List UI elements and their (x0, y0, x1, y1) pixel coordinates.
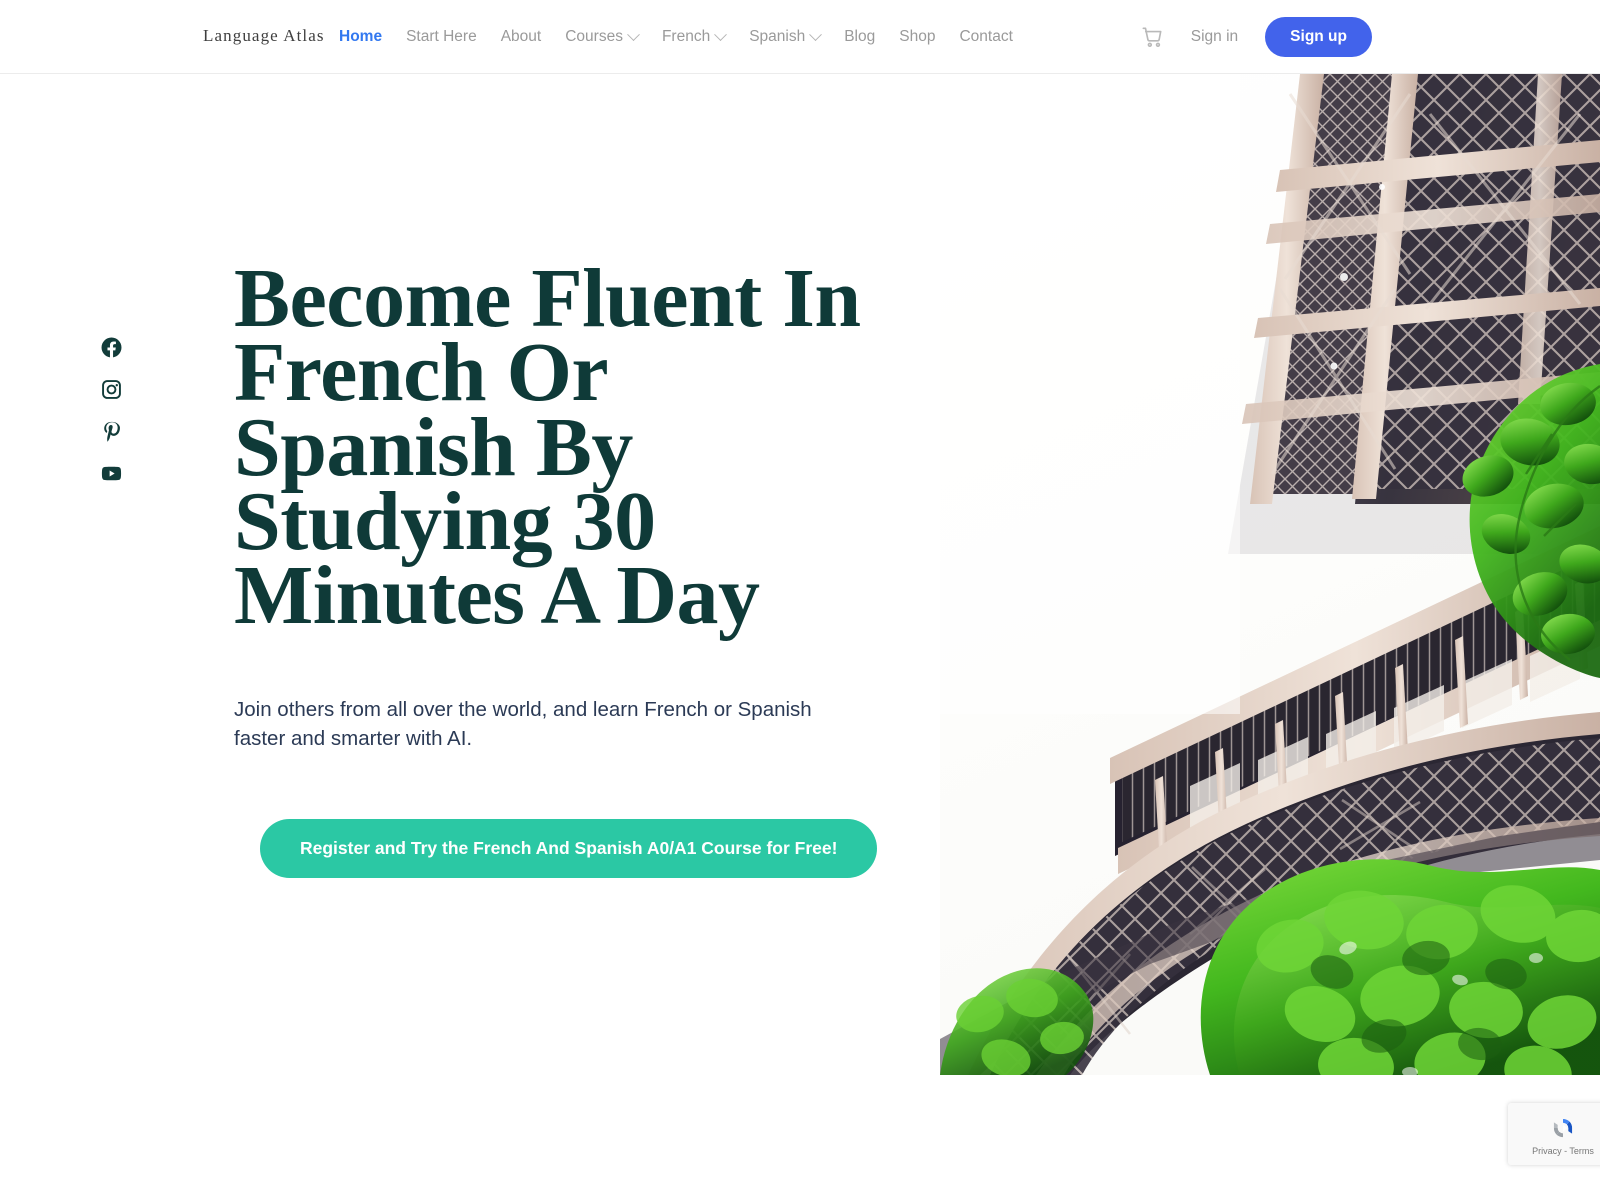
sign-in-link[interactable]: Sign in (1191, 28, 1238, 46)
nav-item-blog[interactable]: Blog (832, 29, 887, 45)
eiffel-tower-illustration (940, 74, 1600, 1075)
nav-label: Start Here (406, 28, 477, 46)
recaptcha-logo-icon (1553, 1118, 1573, 1137)
sign-up-button[interactable]: Sign up (1265, 17, 1372, 57)
nav-item-shop[interactable]: Shop (887, 29, 947, 45)
nav-label: Home (339, 28, 383, 46)
pinterest-icon[interactable] (100, 420, 123, 443)
hero-image-eiffel-tower (940, 74, 1600, 1075)
recaptcha-privacy-terms[interactable]: Privacy - Terms (1532, 1146, 1594, 1156)
youtube-icon[interactable] (100, 462, 123, 485)
hero-subtitle: Join others from all over the world, and… (234, 697, 812, 750)
main-navigation: Home Start Here About Courses French Spa… (327, 0, 1025, 74)
shopping-cart-icon[interactable] (1139, 24, 1165, 50)
nav-label: Contact (959, 28, 1013, 46)
facebook-icon[interactable] (100, 336, 123, 359)
nav-item-courses[interactable]: Courses (553, 27, 650, 46)
nav-item-about[interactable]: About (489, 29, 554, 45)
nav-item-home[interactable]: Home (327, 29, 394, 45)
nav-label: Shop (899, 28, 936, 46)
hero-title: Become Fluent In French Or Spanish By St… (234, 252, 861, 643)
hero-section: Become Fluent In French Or Spanish By St… (234, 252, 878, 878)
header-actions: Sign in Sign up (1139, 0, 1372, 74)
nav-label: Blog (844, 28, 876, 46)
nav-item-start-here[interactable]: Start Here (394, 29, 489, 45)
nav-label: About (500, 28, 542, 46)
chevron-down-icon (627, 27, 640, 41)
nav-item-contact[interactable]: Contact (947, 29, 1024, 45)
nav-label: French (661, 28, 711, 46)
site-header: Language Atlas Home Start Here About Cou… (0, 0, 1600, 74)
social-links-rail (100, 336, 123, 485)
instagram-icon[interactable] (100, 378, 123, 401)
nav-item-spanish[interactable]: Spanish (737, 27, 832, 46)
nav-item-french[interactable]: French (650, 27, 737, 46)
site-logo[interactable]: Language Atlas (203, 26, 325, 46)
chevron-down-icon (714, 27, 728, 41)
nav-label: Spanish (749, 28, 806, 46)
hero-cta-button[interactable]: Register and Try the French And Spanish … (260, 818, 878, 878)
nav-label: Courses (565, 28, 623, 46)
chevron-down-icon (809, 27, 823, 41)
recaptcha-badge[interactable]: Privacy - Terms (1508, 1103, 1600, 1165)
